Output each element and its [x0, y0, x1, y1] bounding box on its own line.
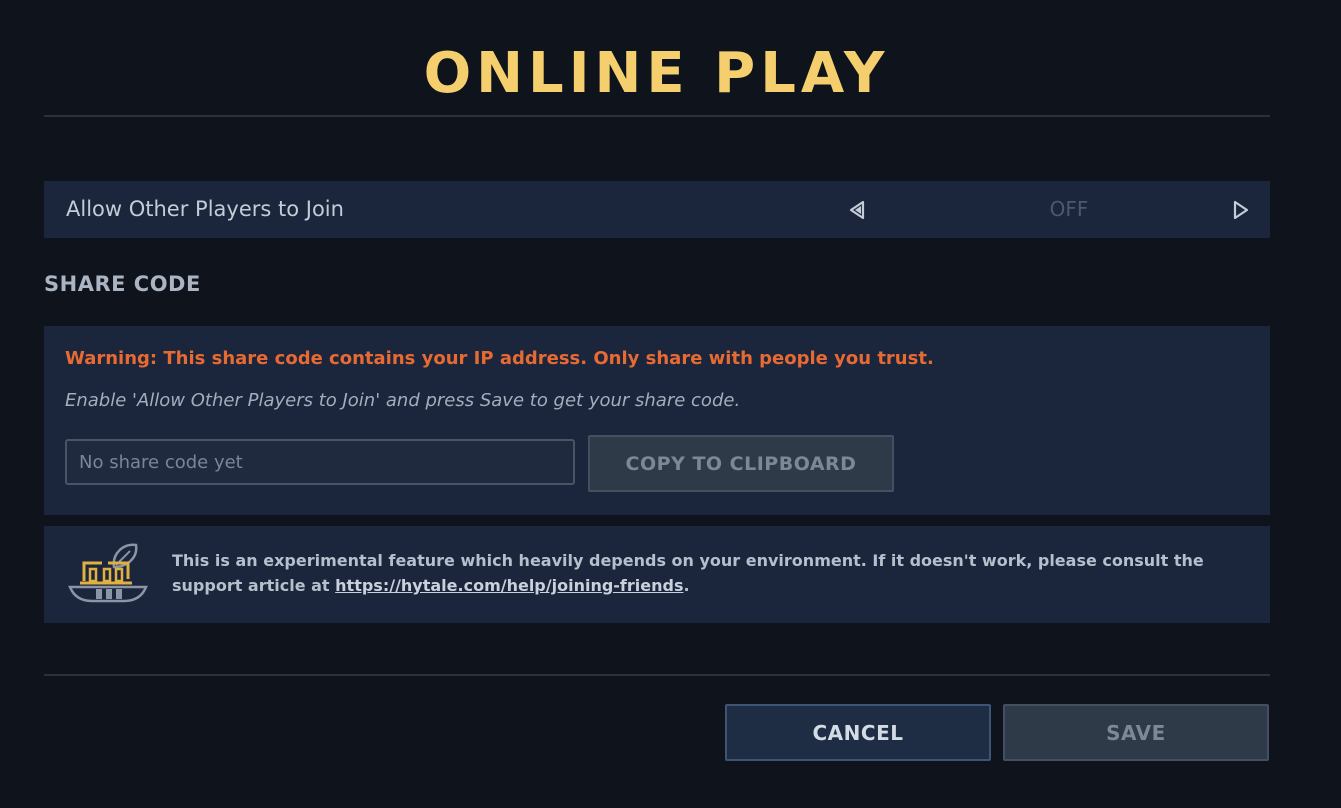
experimental-info-text: This is an experimental feature which he… [172, 548, 1257, 598]
page-title: ONLINE PLAY [423, 41, 890, 106]
copy-to-clipboard-button[interactable]: COPY TO CLIPBOARD [588, 435, 894, 492]
share-code-input[interactable] [65, 439, 575, 485]
allow-join-label: Allow Other Players to Join [66, 197, 344, 221]
triangle-left-icon[interactable] [847, 200, 867, 220]
support-article-link[interactable]: https://hytale.com/help/joining-friends [335, 576, 683, 595]
experimental-feature-icon [68, 539, 148, 607]
share-code-panel: Warning: This share code contains your I… [44, 326, 1270, 515]
share-code-hint: Enable 'Allow Other Players to Join' and… [65, 390, 741, 411]
allow-join-value: OFF [1049, 197, 1089, 221]
allow-join-setting: Allow Other Players to Join OFF [44, 181, 1270, 238]
share-code-heading: SHARE CODE [44, 272, 201, 296]
ip-warning-text: Warning: This share code contains your I… [65, 348, 934, 369]
info-text-end: . [683, 576, 690, 595]
save-button[interactable]: SAVE [1003, 704, 1269, 761]
triangle-right-icon[interactable] [1231, 200, 1251, 220]
experimental-info-panel: This is an experimental feature which he… [44, 526, 1270, 623]
footer-divider [44, 674, 1270, 676]
title-divider [44, 115, 1270, 117]
cancel-button[interactable]: CANCEL [725, 704, 991, 761]
